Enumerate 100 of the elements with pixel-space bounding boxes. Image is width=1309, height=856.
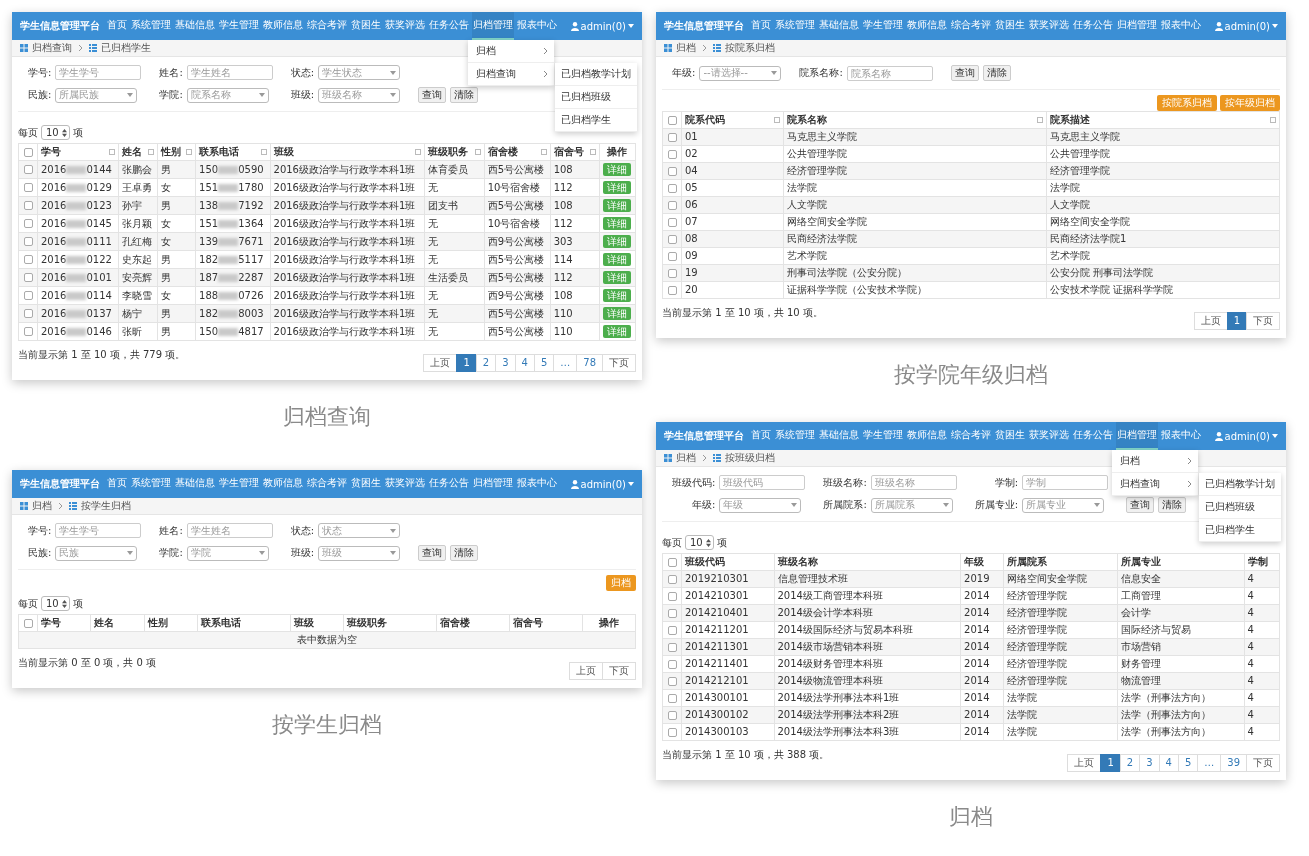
nav-item[interactable]: 学生管理 (862, 12, 904, 40)
sort-icon[interactable] (774, 117, 780, 123)
page-link[interactable]: 78 (576, 354, 603, 372)
page-link[interactable]: 下页 (1246, 312, 1280, 330)
user-menu[interactable]: admin(0) (570, 20, 634, 32)
row-checkbox[interactable] (667, 591, 677, 601)
detail-button[interactable]: 详细 (603, 289, 632, 302)
nav-item[interactable]: 归档管理 (472, 470, 514, 498)
row-checkbox[interactable] (667, 166, 677, 176)
row-checkbox[interactable] (667, 710, 677, 720)
row-checkbox[interactable] (23, 291, 33, 300)
nav-item[interactable]: 贫困生 (350, 470, 382, 498)
row-checkbox[interactable] (667, 268, 677, 278)
dropdown-field[interactable]: 所属院系 (870, 497, 953, 513)
dropdown-field[interactable]: 班级名称 (318, 87, 401, 103)
row-checkbox[interactable] (23, 273, 33, 282)
menu-item[interactable]: 已归档班级 (1199, 496, 1281, 519)
row-checkbox[interactable] (23, 183, 33, 192)
page-link[interactable]: 上页 (1067, 754, 1102, 772)
nav-item[interactable]: 基础信息 (174, 470, 216, 498)
filter-button[interactable]: 清除 (1158, 497, 1187, 513)
nav-item[interactable]: 贫困生 (994, 422, 1026, 450)
nav-item[interactable]: 首页 (106, 470, 128, 498)
dropdown-field[interactable]: 学院 (186, 545, 269, 561)
page-link[interactable]: 4 (1158, 754, 1179, 772)
page-link[interactable]: 下页 (602, 662, 636, 680)
nav-item[interactable]: 基础信息 (818, 12, 860, 40)
text-field[interactable]: 学制 (1022, 475, 1109, 490)
text-field[interactable]: 学生学号 (55, 65, 142, 80)
user-menu[interactable]: admin(0) (1214, 20, 1278, 32)
filter-button[interactable]: 清除 (450, 545, 479, 561)
nav-item[interactable]: 系统管理 (774, 422, 816, 450)
nav-item[interactable]: 获奖评选 (384, 470, 426, 498)
nav-item[interactable]: 报表中心 (1160, 422, 1202, 450)
row-checkbox[interactable] (667, 574, 677, 584)
nav-item[interactable]: 综合考评 (306, 470, 348, 498)
detail-button[interactable]: 详细 (603, 181, 632, 194)
dropdown-field[interactable]: 所属民族 (55, 87, 138, 103)
nav-item[interactable]: 系统管理 (774, 12, 816, 40)
nav-item[interactable]: 学生管理 (218, 470, 260, 498)
row-checkbox[interactable] (23, 201, 33, 210)
detail-button[interactable]: 详细 (603, 199, 632, 212)
page-link[interactable]: 1 (456, 354, 477, 372)
nav-item[interactable]: 获奖评选 (384, 12, 426, 40)
row-checkbox[interactable] (23, 309, 33, 318)
nav-item[interactable]: 基础信息 (818, 422, 860, 450)
sort-icon[interactable] (1270, 117, 1276, 123)
detail-button[interactable]: 详细 (603, 253, 632, 266)
nav-item[interactable]: 系统管理 (130, 470, 172, 498)
menu-item[interactable]: 已归档教学计划 (1199, 473, 1281, 496)
nav-item[interactable]: 系统管理 (130, 12, 172, 40)
nav-item[interactable]: 贫困生 (994, 12, 1026, 40)
row-checkbox[interactable] (667, 149, 677, 159)
nav-item[interactable]: 综合考评 (950, 422, 992, 450)
page-link[interactable]: … (1197, 754, 1222, 772)
sort-icon[interactable] (147, 149, 154, 155)
nav-item[interactable]: 报表中心 (516, 12, 558, 40)
nav-item[interactable]: 获奖评选 (1028, 12, 1070, 40)
menu-item[interactable]: 已归档学生 (555, 109, 637, 132)
row-checkbox[interactable] (667, 183, 677, 193)
row-checkbox[interactable] (23, 255, 33, 264)
page-link[interactable]: 3 (495, 354, 516, 372)
menu-item[interactable]: 归档查询 (1112, 473, 1198, 496)
page-link[interactable]: 39 (1220, 754, 1247, 772)
page-link[interactable]: 下页 (602, 354, 636, 372)
row-checkbox[interactable] (667, 132, 677, 142)
filter-button[interactable]: 查询 (1126, 497, 1155, 513)
nav-item[interactable]: 报表中心 (516, 470, 558, 498)
row-checkbox[interactable] (23, 327, 33, 336)
nav-item[interactable]: 任务公告 (428, 470, 470, 498)
select-all-checkbox[interactable] (667, 115, 677, 125)
nav-item[interactable]: 首页 (106, 12, 128, 40)
text-field[interactable]: 班级代码 (719, 475, 806, 490)
row-checkbox[interactable] (23, 219, 33, 228)
row-checkbox[interactable] (667, 234, 677, 244)
text-field[interactable]: 学生姓名 (186, 523, 273, 538)
page-link[interactable]: 上页 (423, 354, 458, 372)
user-menu[interactable]: admin(0) (1214, 430, 1278, 442)
nav-item[interactable]: 贫困生 (350, 12, 382, 40)
filter-button[interactable]: 清除 (450, 87, 479, 103)
dropdown-field[interactable]: 院系名称 (186, 87, 269, 103)
nav-item[interactable]: 报表中心 (1160, 12, 1202, 40)
page-link[interactable]: … (553, 354, 578, 372)
sort-icon[interactable] (415, 149, 422, 155)
nav-item[interactable]: 综合考评 (306, 12, 348, 40)
select-all-checkbox[interactable] (23, 618, 33, 628)
text-field[interactable]: 学生学号 (55, 523, 142, 538)
nav-item[interactable]: 首页 (750, 422, 772, 450)
page-link[interactable]: 下页 (1246, 754, 1280, 772)
nav-item[interactable]: 学生管理 (218, 12, 260, 40)
nav-item[interactable]: 归档管理 (1116, 12, 1158, 40)
page-link[interactable]: 上页 (569, 662, 603, 680)
row-checkbox[interactable] (667, 727, 677, 737)
text-field[interactable]: 班级名称 (870, 475, 957, 490)
row-checkbox[interactable] (667, 676, 677, 686)
nav-item[interactable]: 教师信息 (262, 470, 304, 498)
row-checkbox[interactable] (667, 251, 677, 261)
user-menu[interactable]: admin(0) (570, 478, 634, 490)
row-checkbox[interactable] (667, 285, 677, 295)
breadcrumb-item[interactable]: 归档 (676, 451, 696, 465)
